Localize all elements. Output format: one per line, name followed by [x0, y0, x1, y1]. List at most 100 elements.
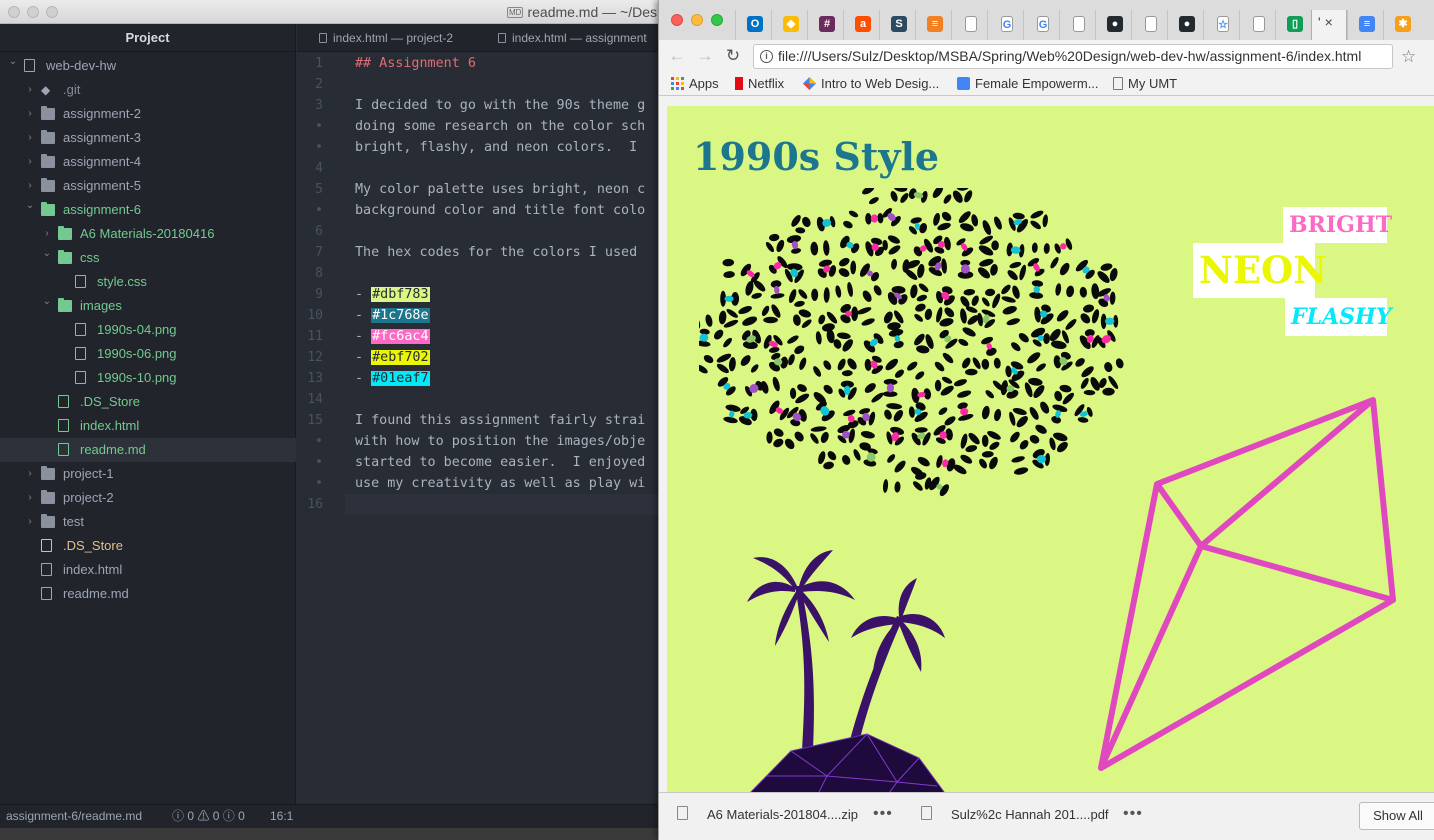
browser-tab[interactable]: S — [879, 10, 915, 40]
tree-item[interactable]: ⌄ assignment-6 — [0, 198, 296, 222]
browser-tab[interactable]: ☆ — [1203, 10, 1239, 40]
status-diagnostics[interactable]: ⓘ 0 ⚠ 0 ⓘ 0 — [172, 805, 245, 828]
code-line[interactable]: - #1c768e — [355, 305, 430, 326]
bookmark-netflix[interactable]: Netflix — [735, 76, 784, 91]
tree-item[interactable]: 1990s-06.png — [0, 342, 296, 366]
code-line[interactable]: - #dbf783 — [355, 284, 430, 305]
code-line[interactable]: - #01eaf7 — [355, 368, 430, 389]
tree-item[interactable]: .DS_Store — [0, 390, 296, 414]
back-arrow-icon[interactable]: ← — [667, 46, 687, 66]
address-bar[interactable]: i file:///Users/Sulz/Desktop/MSBA/Spring… — [753, 44, 1393, 69]
forward-arrow-icon[interactable]: → — [695, 46, 715, 66]
tree-item-label: assignment-4 — [63, 154, 142, 169]
chevron-right-icon[interactable]: › — [25, 462, 35, 486]
chevron-right-icon[interactable]: › — [25, 78, 35, 102]
browser-tab[interactable]: ▯ — [1275, 10, 1311, 40]
page-info-icon[interactable]: i — [760, 50, 773, 63]
tree-item[interactable]: readme.md — [0, 438, 296, 462]
tree-item[interactable]: 1990s-10.png — [0, 366, 296, 390]
tree-item[interactable]: › assignment-2 — [0, 102, 296, 126]
code-line[interactable]: bright, flashy, and neon colors. I — [355, 137, 645, 158]
tree-item[interactable]: readme.md — [0, 582, 296, 606]
chevron-right-icon[interactable]: › — [25, 150, 35, 174]
browser-tab[interactable]: a — [843, 10, 879, 40]
close-window-button[interactable] — [8, 6, 20, 18]
download-item-zip[interactable]: A6 Materials-201804....zip ••• — [677, 805, 892, 822]
tree-item[interactable]: ⌄ css — [0, 246, 296, 270]
tree-item[interactable]: .DS_Store — [0, 534, 296, 558]
bookmark-my-umt[interactable]: My UMT — [1113, 76, 1177, 91]
browser-tab[interactable] — [951, 10, 987, 40]
tree-item[interactable]: › test — [0, 510, 296, 534]
tab-index-project-2[interactable]: index.html — project-2 — [319, 24, 489, 52]
tree-item[interactable]: › ◆ .git — [0, 78, 296, 102]
browser-tab[interactable]: ≡ — [1347, 10, 1383, 40]
browser-tab[interactable]: O — [735, 10, 771, 40]
browser-tab[interactable] — [1131, 10, 1167, 40]
zoom-window-button[interactable] — [711, 14, 723, 26]
browser-tab[interactable]: ≡ — [915, 10, 951, 40]
code-line[interactable]: The hex codes for the colors I used — [355, 242, 645, 263]
chevron-down-icon[interactable]: ⌄ — [42, 290, 52, 314]
tree-item[interactable]: › assignment-5 — [0, 174, 296, 198]
tab-index-assignment[interactable]: index.html — assignment — [498, 24, 660, 52]
code-line[interactable]: started to become easier. I enjoyed — [355, 452, 645, 473]
bookmark-intro-web-design[interactable]: Intro to Web Desig... — [803, 76, 939, 91]
tree-item[interactable]: › project-1 — [0, 462, 296, 486]
code-line[interactable]: use my creativity as well as play wi — [355, 473, 645, 494]
line-text: use my creativity as well as play wi — [355, 476, 646, 491]
browser-tab[interactable] — [1239, 10, 1275, 40]
browser-tab[interactable]: G — [987, 10, 1023, 40]
chevron-right-icon[interactable]: › — [25, 486, 35, 510]
zoom-window-button[interactable] — [46, 6, 58, 18]
browser-tab[interactable]: ◆ — [771, 10, 807, 40]
text-editor[interactable]: 1 ## Assignment 6 2 3 I decided to go with t… — [297, 52, 660, 804]
browser-tab[interactable]: # — [807, 10, 843, 40]
tree-item[interactable]: 1990s-04.png — [0, 318, 296, 342]
project-tree-panel: Project ⌄ web-dev-hw › ◆ .git › assignment-2 › a… — [0, 24, 296, 804]
code-line[interactable]: with how to position the images/obje — [355, 431, 645, 452]
browser-tab[interactable]: G — [1023, 10, 1059, 40]
download-item-pdf[interactable]: Sulz%2c Hannah 201....pdf ••• — [921, 805, 1142, 822]
tree-item[interactable]: index.html — [0, 414, 296, 438]
cursor-position[interactable]: 16:1 — [270, 805, 293, 828]
code-line[interactable]: - #fc6ac4 — [355, 326, 430, 347]
code-line[interactable] — [345, 494, 660, 515]
show-all-downloads-button[interactable]: Show All — [1359, 802, 1434, 830]
close-tab-icon[interactable]: ' × — [1318, 14, 1333, 30]
code-line[interactable]: - #ebf702 — [355, 347, 430, 368]
browser-tab[interactable]: ✱ — [1383, 10, 1419, 40]
browser-tab[interactable]: ● — [1167, 10, 1203, 40]
browser-tab[interactable] — [1059, 10, 1095, 40]
tree-item[interactable]: › assignment-3 — [0, 126, 296, 150]
tree-item[interactable]: › assignment-4 — [0, 150, 296, 174]
minimize-window-button[interactable] — [691, 14, 703, 26]
tree-item[interactable]: ⌄ images — [0, 294, 296, 318]
chevron-right-icon[interactable]: › — [25, 102, 35, 126]
bookmark-apps[interactable]: Apps — [671, 76, 719, 91]
code-line[interactable]: background color and title font colo — [355, 200, 645, 221]
bookmark-star-icon[interactable]: ☆ — [1401, 47, 1416, 67]
code-line[interactable]: ## Assignment 6 — [355, 53, 476, 74]
browser-tab[interactable]: ' × — [1311, 10, 1347, 40]
reload-icon[interactable]: ↻ — [723, 46, 743, 66]
code-line[interactable]: doing some research on the color sch — [355, 116, 645, 137]
chevron-down-icon[interactable]: ⌄ — [42, 242, 52, 266]
tree-item[interactable]: index.html — [0, 558, 296, 582]
code-line[interactable]: My color palette uses bright, neon c — [355, 179, 645, 200]
chevron-right-icon[interactable]: › — [25, 126, 35, 150]
bookmark-female-empowerment[interactable]: Female Empowerm... — [957, 76, 1099, 91]
code-line[interactable]: I decided to go with the 90s theme g — [355, 95, 645, 116]
chevron-down-icon[interactable]: ⌄ — [25, 194, 35, 218]
chevron-right-icon[interactable]: › — [25, 510, 35, 534]
minimize-window-button[interactable] — [27, 6, 39, 18]
code-line[interactable]: I found this assignment fairly strai — [355, 410, 645, 431]
tree-item[interactable]: › project-2 — [0, 486, 296, 510]
close-window-button[interactable] — [671, 14, 683, 26]
more-options-icon[interactable]: ••• — [873, 805, 893, 823]
chevron-down-icon[interactable]: ⌄ — [8, 50, 18, 74]
status-file-path[interactable]: assignment-6/readme.md — [6, 805, 142, 828]
more-options-icon[interactable]: ••• — [1123, 805, 1143, 823]
browser-tab[interactable]: ● — [1095, 10, 1131, 40]
tree-item[interactable]: ⌄ web-dev-hw — [0, 54, 296, 78]
